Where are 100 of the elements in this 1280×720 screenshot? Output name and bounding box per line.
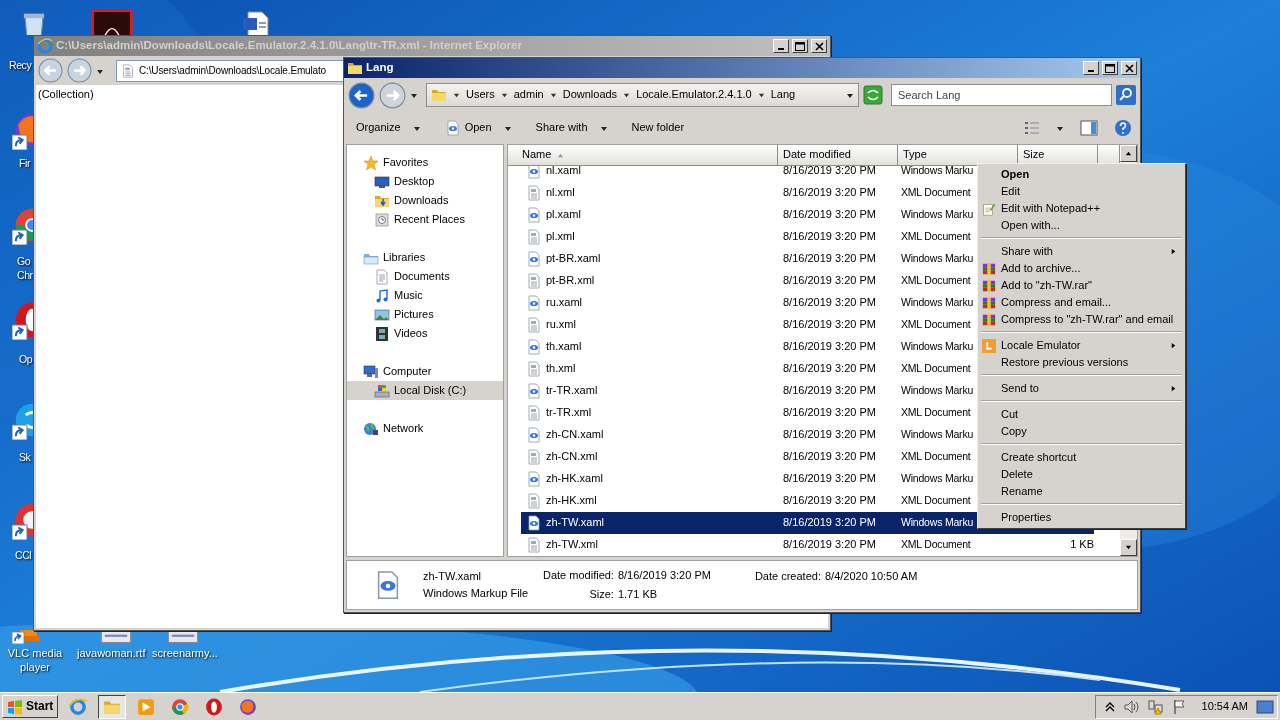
menu-item[interactable]: Edit <box>980 183 1183 200</box>
maximize-button[interactable] <box>1102 61 1118 75</box>
scroll-up-button[interactable] <box>1120 145 1137 162</box>
nav-item[interactable]: Libraries <box>347 248 503 267</box>
xaml-file-icon <box>526 339 542 355</box>
nav-item[interactable]: Music <box>347 286 503 305</box>
maximize-button[interactable] <box>792 39 808 53</box>
file-name: pt-BR.xaml <box>546 252 601 266</box>
breadcrumb-item[interactable]: Lang <box>770 88 796 102</box>
back-button[interactable] <box>38 58 63 83</box>
xml-file-icon <box>526 493 542 509</box>
nav-item[interactable]: Recent Places <box>347 210 503 229</box>
toolbar-button[interactable]: New folder <box>627 119 689 137</box>
menu-item[interactable]: Add to archive... <box>980 260 1183 277</box>
caret-icon <box>503 124 512 132</box>
minimize-button[interactable] <box>773 39 789 53</box>
network-icon[interactable] <box>1147 698 1164 715</box>
xml-file-icon <box>526 361 542 377</box>
nav-item[interactable]: Computer <box>347 362 503 381</box>
minimize-button[interactable] <box>1083 61 1099 75</box>
menu-item[interactable]: Rename <box>980 483 1183 500</box>
file-name: zh-TW.xml <box>546 538 598 552</box>
chevron-icon[interactable] <box>757 91 765 99</box>
search-field[interactable]: Search Lang <box>891 84 1112 106</box>
breadcrumb-item[interactable]: Users <box>466 88 495 102</box>
show-hidden-icons-icon[interactable] <box>1103 700 1116 713</box>
menu-item[interactable]: Edit with Notepad++ <box>980 200 1183 217</box>
nav-item[interactable]: Videos <box>347 324 503 343</box>
close-button[interactable] <box>1121 61 1137 75</box>
desktop-icon <box>374 173 390 190</box>
menu-item[interactable]: Locale Emulator <box>980 337 1183 354</box>
column-header[interactable]: Type <box>898 145 1018 166</box>
date-cell: 8/16/2019 3:20 PM <box>783 186 876 199</box>
address-bar[interactable]: Users admin Downloads Locale.Emulator.2.4.1.0 Lang <box>426 83 859 107</box>
toolbar-button[interactable]: Share with <box>531 119 612 137</box>
help-icon[interactable] <box>1114 119 1132 137</box>
preview-pane-icon[interactable] <box>1080 119 1098 137</box>
menu-item[interactable]: Delete <box>980 466 1183 483</box>
menu-item[interactable]: Send to <box>980 380 1183 397</box>
chevron-icon[interactable] <box>549 91 557 99</box>
taskbar-button[interactable] <box>98 694 127 719</box>
column-header[interactable]: Date modified <box>778 145 898 166</box>
menu-item[interactable]: Create shortcut <box>980 449 1183 466</box>
show-desktop-button[interactable] <box>1256 697 1274 716</box>
file-row[interactable]: zh-TW.xml 8/16/2019 3:20 PM XML Document 1 KB <box>521 534 1094 556</box>
type-cell: XML Document <box>901 450 971 463</box>
nav-item[interactable]: Downloads <box>347 191 503 210</box>
back-button[interactable] <box>348 81 375 109</box>
menu-item[interactable]: Open <box>980 166 1183 183</box>
date-cell: 8/16/2019 3:20 PM <box>783 538 876 551</box>
menu-item[interactable]: Open with... <box>980 217 1183 234</box>
address-bar[interactable]: C:\Users\admin\Downloads\Locale.Emulato <box>116 59 345 82</box>
date-cell: 8/16/2019 3:20 PM <box>783 318 876 331</box>
breadcrumb-item[interactable]: Downloads <box>562 88 618 102</box>
chevron-icon[interactable] <box>453 91 460 99</box>
nav-item[interactable]: Desktop <box>347 172 503 191</box>
date-cell: 8/16/2019 3:20 PM <box>783 340 876 353</box>
menu-item[interactable]: Add to "zh-TW.rar" <box>980 277 1183 294</box>
breadcrumb-item[interactable]: admin <box>513 88 544 102</box>
nav-item[interactable]: Network <box>347 419 503 438</box>
start-button[interactable]: Start <box>2 695 59 718</box>
search-button[interactable] <box>1116 85 1136 105</box>
nav-item[interactable]: Local Disk (C:) <box>347 381 503 400</box>
clock[interactable]: 10:54 AM <box>1201 699 1248 714</box>
dropdown-icon <box>846 91 854 99</box>
scroll-down-button[interactable] <box>1120 539 1137 556</box>
nav-item[interactable]: Pictures <box>347 305 503 324</box>
document-icon[interactable] <box>240 10 272 35</box>
icon-label: CCl <box>15 548 32 562</box>
file-name: zh-HK.xml <box>546 494 597 508</box>
menu-item[interactable]: Compress to "zh-TW.rar" and email <box>980 311 1183 328</box>
breadcrumb-item[interactable]: Locale.Emulator.2.4.1.0 <box>636 88 752 102</box>
menu-item[interactable]: Share with <box>980 243 1183 260</box>
toolbar-button[interactable]: Organize <box>352 119 425 137</box>
close-button[interactable] <box>811 39 827 53</box>
menu-item[interactable]: Compress and email... <box>980 294 1183 311</box>
window-title: Lang <box>366 61 395 75</box>
menu-item[interactable]: Cut <box>980 406 1183 423</box>
file-name: pl.xml <box>546 230 575 244</box>
emulator-icon <box>982 338 996 353</box>
column-header[interactable]: Name <box>508 145 778 166</box>
date-cell: 8/16/2019 3:20 PM <box>783 384 876 397</box>
flag-icon[interactable] <box>1171 698 1188 715</box>
nav-item[interactable]: Favorites <box>347 153 503 172</box>
view-options-icon[interactable] <box>1024 120 1040 136</box>
chevron-icon[interactable] <box>623 91 631 99</box>
menu-item[interactable]: Copy <box>980 423 1183 440</box>
speaker-icon[interactable] <box>1123 698 1140 715</box>
menu-item[interactable]: Restore previous versions <box>980 354 1183 371</box>
forward-button[interactable] <box>379 81 406 109</box>
browser-icon <box>171 697 190 716</box>
refresh-button[interactable] <box>863 85 883 105</box>
toolbar-button[interactable]: Open <box>440 118 516 138</box>
caret-icon <box>412 124 421 132</box>
nav-item[interactable]: Documents <box>347 267 503 286</box>
forward-button[interactable] <box>67 58 92 83</box>
recent-icon <box>374 211 390 228</box>
chevron-icon[interactable] <box>500 91 508 99</box>
disk-icon <box>374 382 390 399</box>
icon-label: Fir <box>19 156 31 170</box>
